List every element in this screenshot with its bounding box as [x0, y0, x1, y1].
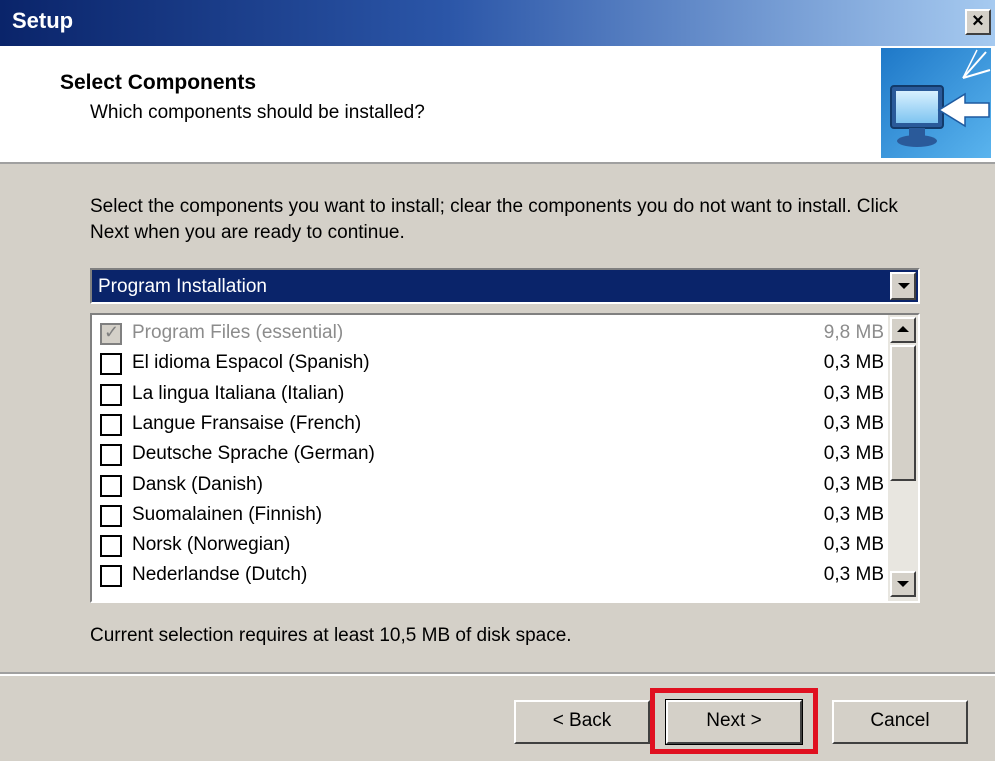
component-item[interactable]: Norsk (Norwegian) 0,3 MB: [92, 531, 892, 561]
component-size: 0,3 MB: [823, 503, 884, 525]
component-label: Program Files (essential): [132, 322, 344, 343]
component-label: La lingua Italiana (Italian): [132, 382, 345, 404]
component-checkbox: ✓: [100, 322, 122, 345]
component-label: Norsk (Norwegian): [132, 534, 291, 556]
component-size: 0,3 MB: [823, 352, 884, 374]
component-checkbox[interactable]: [100, 565, 122, 588]
component-item[interactable]: La lingua Italiana (Italian) 0,3 MB: [92, 380, 892, 410]
component-item[interactable]: Dansk (Danish) 0,3 MB: [92, 471, 892, 501]
component-size: 0,3 MB: [823, 534, 884, 556]
chevron-down-icon: [898, 283, 910, 289]
component-checkbox[interactable]: [100, 383, 122, 406]
component-item: ✓ Program Files (essential) 9,8 MB: [92, 319, 892, 349]
component-label: Deutsche Sprache (German): [132, 443, 375, 465]
scroll-down-button[interactable]: [890, 571, 916, 597]
component-size: 0,3 MB: [823, 382, 884, 404]
component-item[interactable]: El idioma Espacol (Spanish) 0,3 MB: [92, 349, 892, 379]
component-item[interactable]: Suomalainen (Finnish) 0,3 MB: [92, 501, 892, 531]
next-button-highlight: [650, 688, 818, 754]
checkmark-icon: ✓: [104, 322, 120, 342]
instructions-text: Select the components you want to instal…: [90, 196, 898, 243]
component-item[interactable]: Langue Fransaise (French) 0,3 MB: [92, 410, 892, 440]
component-label: Nederlandse (Dutch): [132, 564, 308, 586]
component-checkbox[interactable]: [100, 535, 122, 558]
component-checkbox[interactable]: [100, 413, 122, 436]
scroll-thumb[interactable]: [890, 345, 916, 481]
components-list[interactable]: ✓ Program Files (essential) 9,8 MB El idiom…: [90, 313, 920, 603]
component-size: 0,3 MB: [823, 412, 884, 434]
arrow-down-icon: [897, 581, 909, 587]
close-button[interactable]: ×: [965, 9, 991, 35]
component-size: 0,3 MB: [823, 564, 884, 586]
window-title: Setup: [12, 8, 74, 33]
page-subtitle: Which components should be installed?: [90, 102, 425, 123]
component-label: Suomalainen (Finnish): [132, 503, 323, 525]
component-checkbox[interactable]: [100, 504, 122, 527]
dropdown-arrow-button[interactable]: [890, 272, 916, 300]
scroll-up-button[interactable]: [890, 317, 916, 343]
separator: [0, 672, 995, 676]
page-title: Select Components: [60, 71, 257, 94]
dropdown-selected-value: Program Installation: [98, 276, 267, 297]
installation-type-dropdown[interactable]: Program Installation: [90, 268, 920, 304]
setup-wizard-icon: [881, 48, 991, 158]
component-checkbox[interactable]: [100, 353, 122, 376]
component-item[interactable]: Nederlandse (Dutch) 0,3 MB: [92, 561, 892, 591]
component-checkbox[interactable]: [100, 444, 122, 467]
component-item[interactable]: Deutsche Sprache (German) 0,3 MB: [92, 440, 892, 470]
component-size: 9,8 MB: [823, 322, 884, 343]
component-checkbox[interactable]: [100, 474, 122, 497]
disk-space-requirement: Current selection requires at least 10,5…: [90, 625, 572, 646]
component-size: 0,3 MB: [823, 443, 884, 465]
scrollbar[interactable]: [888, 315, 918, 601]
header-panel: Select Components Which components shoul…: [0, 46, 995, 164]
cancel-button[interactable]: Cancel: [832, 700, 968, 744]
component-label: Langue Fransaise (French): [132, 412, 362, 434]
component-label: Dansk (Danish): [132, 473, 263, 495]
back-button[interactable]: < Back: [514, 700, 650, 744]
title-bar: Setup ×: [0, 0, 995, 46]
component-size: 0,3 MB: [823, 473, 884, 495]
arrow-up-icon: [897, 326, 909, 332]
component-label: El idioma Espacol (Spanish): [132, 352, 370, 374]
